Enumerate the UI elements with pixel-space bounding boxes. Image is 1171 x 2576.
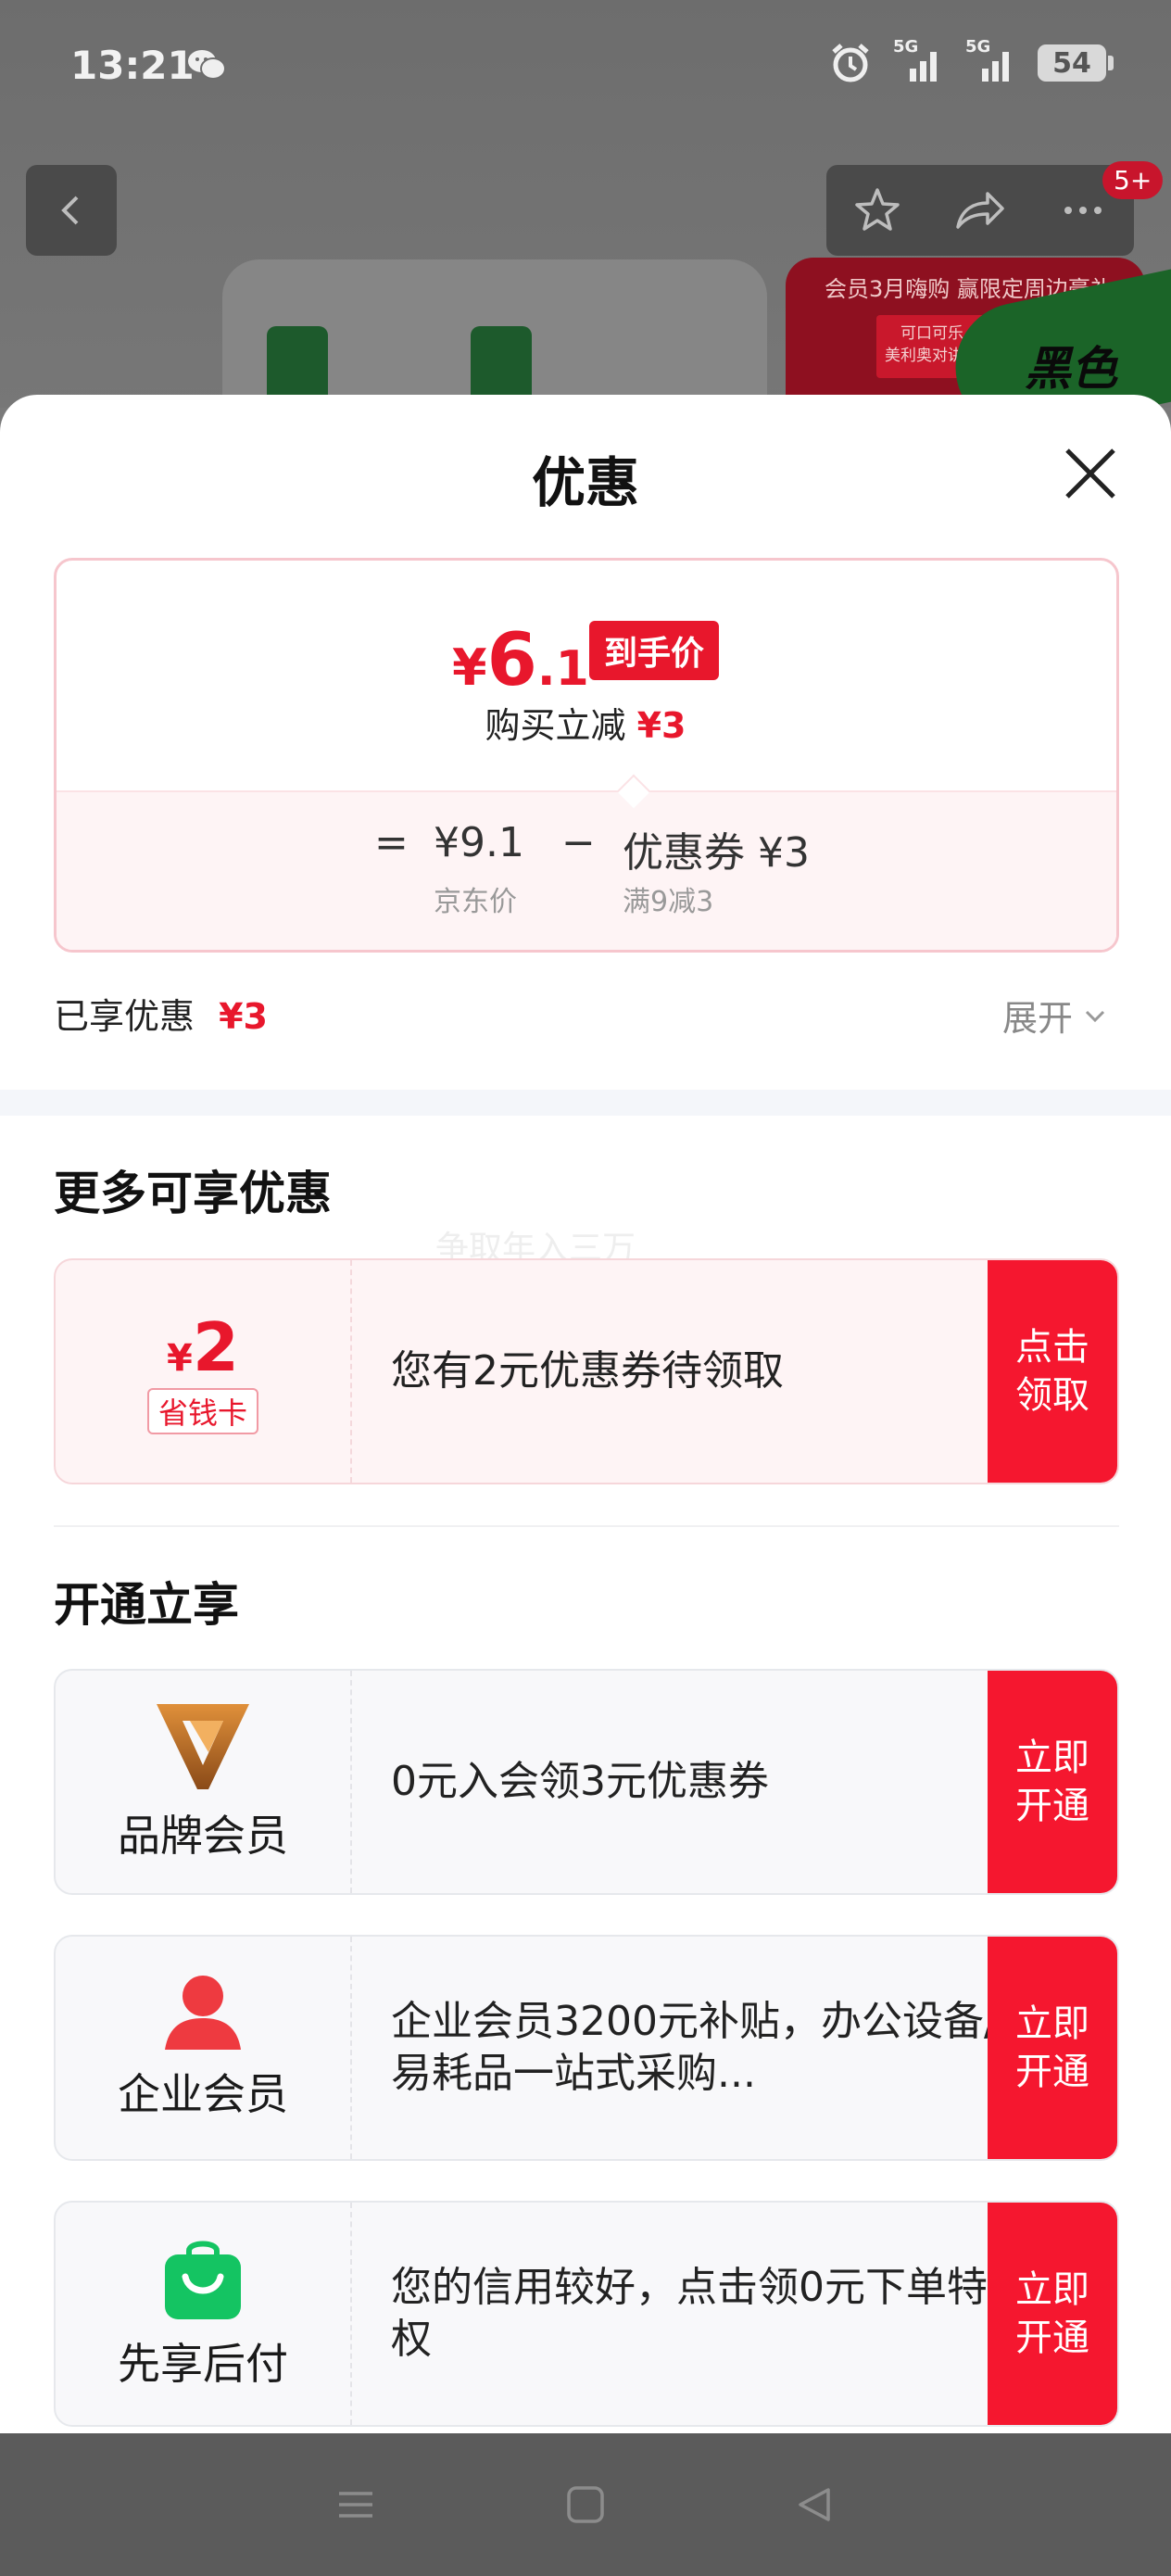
divider-line xyxy=(54,1525,1119,1527)
pay-later-badge: 先享后付 xyxy=(56,2203,352,2425)
message-count-badge: 5+ xyxy=(1102,161,1164,199)
claim-button[interactable]: 点击 领取 xyxy=(988,1260,1117,1483)
battery-icon: 54 xyxy=(1038,44,1114,82)
brand-member-label: 品牌会员 xyxy=(118,1811,288,1861)
enterprise-member-badge: 企业会员 xyxy=(56,1937,352,2159)
saving-card-badge: ¥ 2 省钱卡 xyxy=(56,1260,352,1483)
shopping-bag-icon xyxy=(165,2241,241,2319)
more-discounts-title: 更多可享优惠 xyxy=(54,1167,332,1220)
open-button-line2: 开通 xyxy=(1015,1785,1089,1827)
brand-member-logo-icon xyxy=(157,1704,249,1789)
back-button[interactable] xyxy=(26,165,117,256)
enjoyed-discount: 已享优惠 ¥3 xyxy=(54,988,268,1039)
jd-price: ¥9.1 xyxy=(434,819,524,866)
system-navigation-bar xyxy=(0,2433,1171,2576)
section-divider xyxy=(0,1090,1171,1116)
open-button-line2: 开通 xyxy=(1015,2317,1089,2359)
saving-card-offer[interactable]: ¥ 2 省钱卡 您有2元优惠券待领取 点击 领取 xyxy=(54,1258,1119,1484)
open-enterprise-member-button[interactable]: 立即 开通 xyxy=(988,1937,1117,2159)
coupon-amount: 优惠券 ¥3 xyxy=(623,829,810,877)
claim-button-line2: 领取 xyxy=(1015,1374,1089,1417)
open-brand-member-button[interactable]: 立即 开通 xyxy=(988,1671,1117,1893)
jd-price-label: 京东价 xyxy=(434,886,517,918)
final-price-tag: 到手价 xyxy=(589,621,720,680)
chevron-down-icon xyxy=(1085,1010,1105,1022)
share-icon[interactable] xyxy=(952,184,1008,236)
enjoyed-discount-label: 已享优惠 xyxy=(54,996,195,1037)
status-bar: 13:21 5G 5G 54 xyxy=(0,0,1171,134)
pay-later-text: 您的信用较好，点击领0元下单特权 xyxy=(391,2264,988,2363)
brand-member-offer[interactable]: 品牌会员 0元入会领3元优惠券 立即 开通 xyxy=(54,1669,1119,1895)
saving-card-tag: 省钱卡 xyxy=(146,1388,258,1434)
final-price-decimal: .1 xyxy=(536,641,589,697)
status-time: 13:21 xyxy=(70,43,195,88)
claim-button-line1: 点击 xyxy=(1015,1326,1089,1369)
instant-discount-label: 购买立减 xyxy=(485,705,626,746)
expand-label: 展开 xyxy=(1002,998,1074,1039)
signal-icon: 5G xyxy=(965,37,1017,85)
saving-card-text: 您有2元优惠券待领取 xyxy=(391,1347,784,1395)
brand-member-badge: 品牌会员 xyxy=(56,1671,352,1893)
signal-icon: 5G xyxy=(893,37,945,85)
person-icon xyxy=(165,1976,241,2050)
wechat-icon xyxy=(188,50,226,80)
saving-card-value: 2 xyxy=(192,1308,239,1386)
promo-black-text: 黑色 xyxy=(1025,342,1117,396)
sheet-title: 优惠 xyxy=(531,451,639,514)
home-icon[interactable] xyxy=(563,2482,608,2527)
signal-5g-label: 5G xyxy=(965,37,991,57)
enterprise-member-offer[interactable]: 企业会员 企业会员3200元补贴，办公设备/易耗品一站式采购... 立即 开通 xyxy=(54,1935,1119,2161)
more-icon[interactable] xyxy=(1057,184,1109,236)
menu-icon[interactable] xyxy=(334,2482,378,2527)
open-pay-later-button[interactable]: 立即 开通 xyxy=(988,2203,1117,2425)
saving-card-amount: ¥ 2 xyxy=(167,1308,239,1386)
top-toolbar xyxy=(826,165,1134,256)
enjoyed-discount-amount: ¥3 xyxy=(219,996,268,1037)
equals-sign: = xyxy=(374,819,409,866)
close-icon[interactable] xyxy=(1062,445,1119,502)
pay-later-offer[interactable]: 先享后付 您的信用较好，点击领0元下单特权 立即 开通 xyxy=(54,2201,1119,2427)
brand-member-text: 0元入会领3元优惠券 xyxy=(391,1758,769,1805)
open-button-line1: 立即 xyxy=(1015,1736,1089,1779)
open-button-line2: 开通 xyxy=(1015,2051,1089,2093)
final-price: ¥ 6 .1 xyxy=(452,619,589,702)
open-button-line1: 立即 xyxy=(1015,2268,1089,2311)
instant-discount-amount: ¥3 xyxy=(636,705,686,746)
enterprise-member-text: 企业会员3200元补贴，办公设备/易耗品一站式采购... xyxy=(391,1998,998,2097)
enterprise-member-label: 企业会员 xyxy=(118,2069,288,2119)
price-summary-card xyxy=(54,558,1119,953)
alarm-icon xyxy=(832,44,869,82)
pay-later-label: 先享后付 xyxy=(118,2339,288,2389)
instant-discount: 购买立减 ¥3 xyxy=(0,697,1171,748)
status-icons: 5G 5G 54 xyxy=(828,37,1114,85)
coupon-rule: 满9减3 xyxy=(623,886,714,918)
open-button-line1: 立即 xyxy=(1015,2002,1089,2045)
final-price-currency: ¥ xyxy=(452,638,487,697)
final-price-integer: 6 xyxy=(486,619,537,702)
price-breakdown-area xyxy=(57,790,1116,950)
chevron-left-icon xyxy=(61,196,79,225)
star-icon[interactable] xyxy=(851,184,903,236)
back-triangle-icon[interactable] xyxy=(793,2482,837,2527)
saving-card-currency: ¥ xyxy=(167,1337,193,1380)
signal-5g-label: 5G xyxy=(893,37,919,57)
expand-button[interactable]: 展开 xyxy=(1002,990,1108,1041)
minus-sign: − xyxy=(561,819,596,866)
open-benefits-title: 开通立享 xyxy=(54,1578,239,1632)
